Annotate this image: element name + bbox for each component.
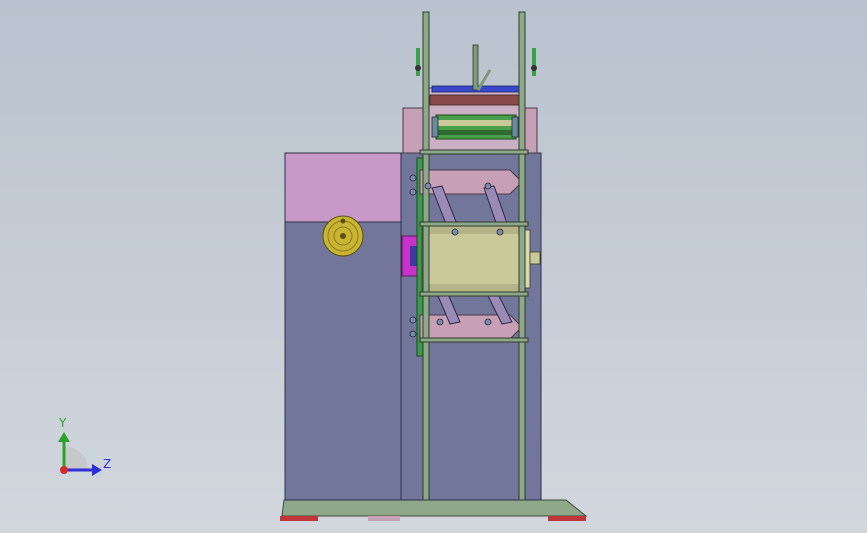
z-axis-label: Z	[103, 457, 111, 471]
cad-viewport[interactable]: Y Z	[0, 0, 867, 533]
foot-left[interactable]	[280, 516, 318, 521]
y-axis-arrow-icon	[58, 432, 70, 442]
base-plate[interactable]	[281, 499, 588, 517]
handwheel-knob[interactable]	[322, 215, 364, 257]
y-axis-label: Y	[58, 416, 67, 430]
z-axis-arrow-icon	[92, 464, 102, 476]
coordinate-triad: Y Z	[58, 416, 111, 476]
foot-right[interactable]	[548, 516, 586, 521]
x-axis-dot-icon	[60, 466, 68, 474]
machine-model[interactable]: Y Z	[0, 0, 867, 533]
top-roller[interactable]	[431, 114, 519, 140]
foot-center[interactable]	[368, 516, 400, 521]
left-cabinet-top-panel[interactable]	[284, 152, 402, 223]
